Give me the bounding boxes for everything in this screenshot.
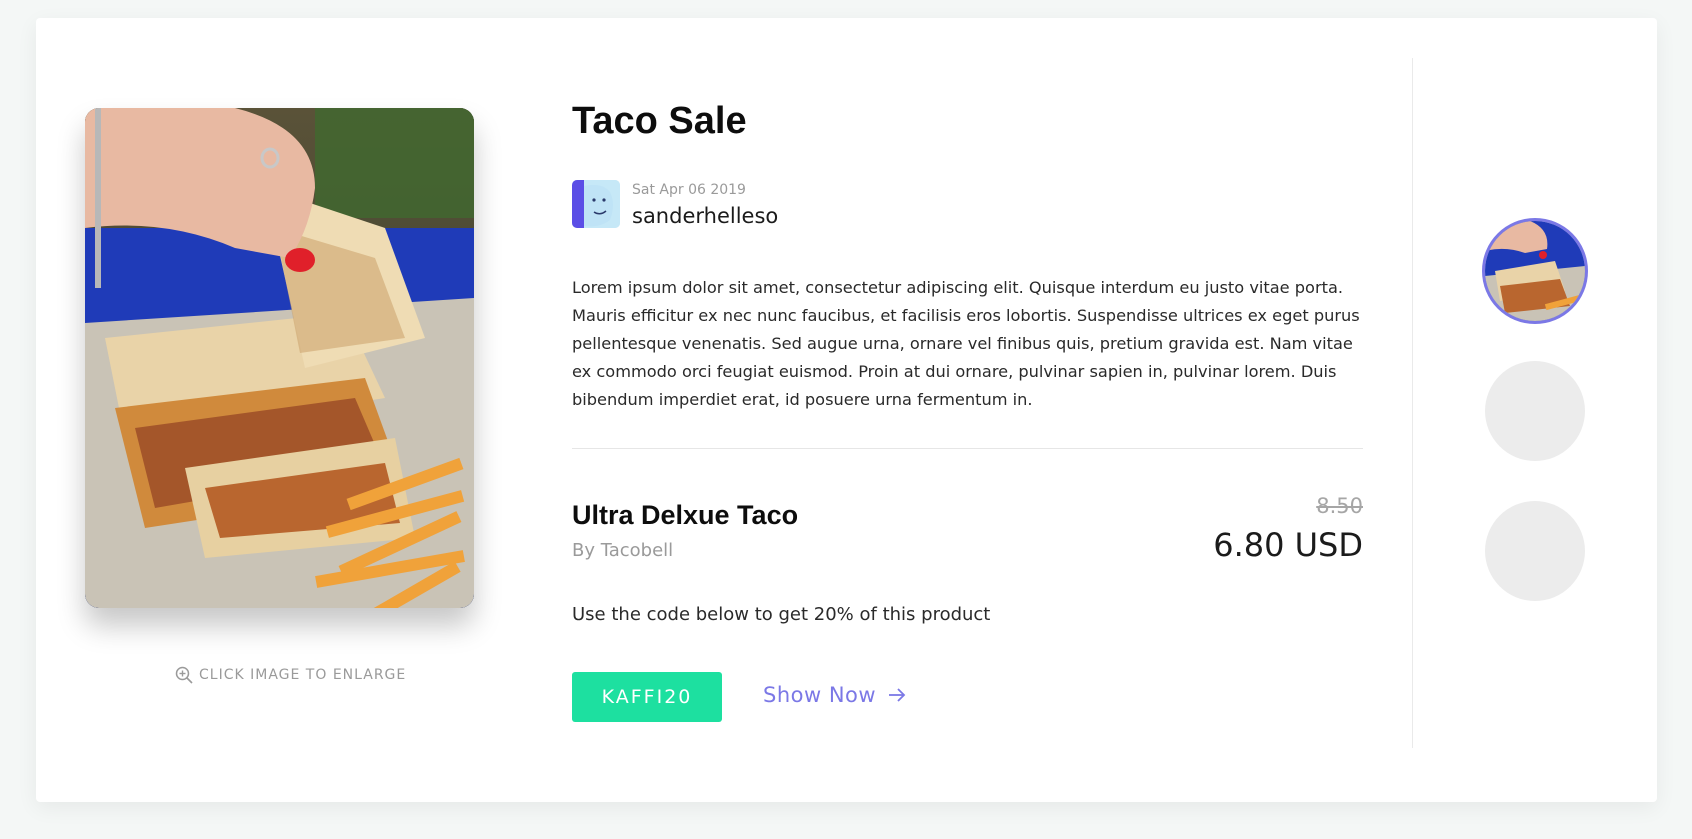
vertical-divider [1412,58,1413,748]
zoom-in-icon [175,666,193,684]
author-name[interactable]: sanderhelleso [632,204,778,228]
thumbnail-image [1485,221,1585,321]
avatar-face-icon [572,180,620,228]
post-description: Lorem ipsum dolor sit amet, consectetur … [572,278,1360,409]
thumbnail-2[interactable] [1485,361,1585,461]
old-price: 8.50 [1316,494,1363,518]
thumbnail-1[interactable] [1485,221,1585,321]
show-now-link[interactable]: Show Now [763,683,906,707]
promo-text: Use the code below to get 20% of this pr… [572,604,991,625]
promo-code-button[interactable]: KAFFI20 [572,672,722,722]
enlarge-hint[interactable]: CLICK IMAGE TO ENLARGE [175,666,435,684]
divider [572,448,1363,449]
post-title: Taco Sale [572,100,747,142]
arrow-right-icon [889,688,906,702]
thumbnail-3[interactable] [1485,501,1585,601]
new-price: 6.80 USD [1213,526,1363,564]
avatar[interactable] [572,180,620,228]
show-now-label: Show Now [763,683,877,707]
product-image[interactable] [85,108,474,608]
taco-photo [85,108,474,608]
product-brand: By Tacobell [572,540,674,561]
post-date: Sat Apr 06 2019 [632,182,746,198]
product-name: Ultra Delxue Taco [572,500,799,530]
enlarge-label: CLICK IMAGE TO ENLARGE [199,667,407,683]
post-card: CLICK IMAGE TO ENLARGE Taco Sale Sat Apr… [36,18,1657,802]
